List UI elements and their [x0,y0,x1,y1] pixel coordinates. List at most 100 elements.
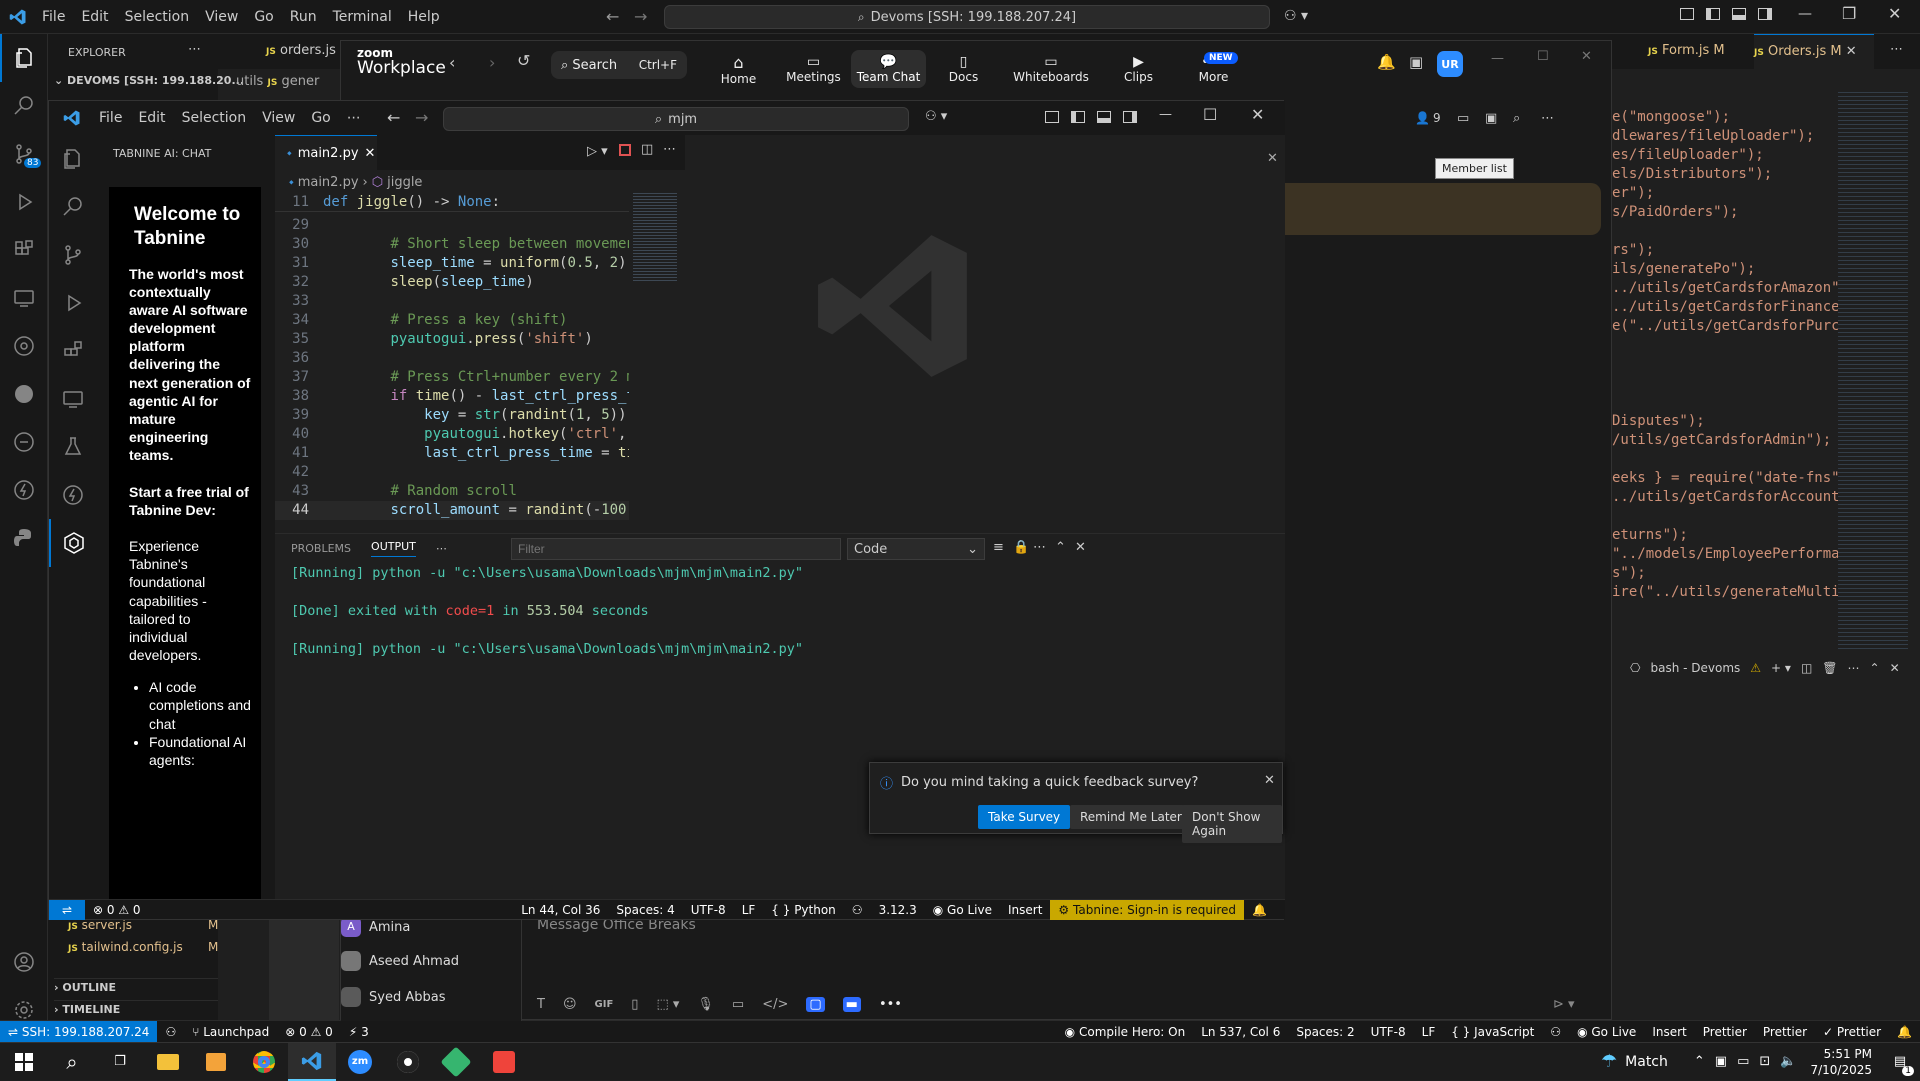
inner-remote-icon[interactable] [49,375,97,423]
show-hidden-icons[interactable]: ⌃ [1694,1054,1705,1069]
menu-go[interactable]: Go [246,0,281,34]
tab-orders-js[interactable]: JS orders.js [266,43,336,58]
explorer-icon[interactable] [0,34,48,82]
inner-menu-view[interactable]: View [254,101,303,135]
gif-icon[interactable]: GIF [595,999,614,1010]
source-control-icon[interactable]: 83 [0,130,48,178]
toggle-sidebar-icon[interactable] [1706,8,1720,20]
inner-command-search[interactable]: ⌕ mjm [443,107,909,131]
inner-explorer-icon[interactable] [49,135,97,183]
output-filter-input[interactable] [511,538,841,560]
close-panel-icon[interactable]: ✕ [1890,661,1900,675]
zoom-nav-docs[interactable]: ▯ Docs [926,54,1001,84]
editor-more-icon[interactable]: ⋯ [663,142,676,157]
menu-edit[interactable]: Edit [73,0,116,34]
breadcrumb-file[interactable]: main2.py [298,175,359,190]
inner-menu-file[interactable]: File [91,101,130,135]
tabnine-status[interactable]: ⚙ Tabnine: Sign-in is required [1050,899,1245,920]
explorer-more-icon[interactable]: ⋯ [188,42,201,57]
menu-view[interactable]: View [197,0,246,34]
zoom-taskbar-icon[interactable]: zm [336,1043,384,1081]
remind-me-later-button[interactable]: Remind Me Later [1070,805,1192,829]
inner-run-debug-icon[interactable] [49,279,97,327]
zoom-search[interactable]: ⌕ Search Ctrl+F [551,51,687,79]
insert-status[interactable]: Insert [1644,1025,1694,1039]
thunder-client-icon[interactable] [0,466,48,514]
toggle-secondary-sidebar-icon[interactable] [1758,8,1772,20]
member-amina[interactable]: A Amina [341,917,410,937]
timeline-section[interactable]: › TIMELINE [54,1000,218,1016]
minimize-icon[interactable]: — [1798,6,1812,22]
inner-minimize-icon[interactable]: — [1159,107,1172,122]
inner-go-live-status[interactable]: ◉ Go Live [925,903,1000,917]
search-view-icon[interactable] [0,82,48,130]
member-aseed-ahmad[interactable]: Aseed Ahmad [341,951,459,971]
tab-close-icon[interactable]: ✕ [365,146,376,161]
zoom-close-icon[interactable]: ✕ [1581,49,1592,64]
inner-eol-status[interactable]: LF [734,903,764,917]
remote-explorer-icon[interactable] [0,274,48,322]
inner-remote-indicator[interactable]: ⇌ [49,899,85,920]
new-terminal-icon[interactable]: + ▾ [1771,661,1791,675]
maximize-panel-icon[interactable]: ⌃ [1870,661,1880,675]
android-studio-icon[interactable] [432,1043,480,1081]
clock[interactable]: 5:51 PM 7/10/2025 [1810,1046,1872,1078]
member-list-button[interactable]: 👤 9 [1415,111,1441,125]
live-share-icon[interactable] [0,370,48,418]
zoom-channel-calendar-icon[interactable]: ▣ [1485,111,1497,126]
inner-copilot-icon[interactable]: ⚇ ▾ [925,109,947,124]
inner-thunder-icon[interactable] [49,471,97,519]
menu-help[interactable]: Help [400,0,448,34]
vscode-taskbar-icon[interactable] [288,1042,336,1081]
copilot-status2-icon[interactable]: ⚇ [1542,1025,1569,1039]
inner-forward-icon[interactable]: → [415,108,428,127]
inner-testing-icon[interactable] [49,423,97,471]
inner-maximize-icon[interactable]: ☐ [1203,105,1217,124]
inner-search-view-icon[interactable] [49,183,97,231]
inner-problems-status[interactable]: ⊗ 0 ⚠ 0 [85,903,149,917]
format-text-icon[interactable]: T [537,997,545,1012]
inner-menu-more-icon[interactable]: ⋯ [339,101,369,135]
tab-main2-py[interactable]: ⬩ main2.py ✕ [275,135,377,170]
run-python-icon[interactable]: ▷ ▾ [587,144,608,159]
menu-terminal[interactable]: Terminal [325,0,400,34]
menu-file[interactable]: File [34,0,73,34]
inner-menu-selection[interactable]: Selection [174,101,255,135]
cursor-position-status[interactable]: Ln 537, Col 6 [1193,1025,1288,1039]
inner-menu-go[interactable]: Go [303,101,338,135]
volume-icon[interactable]: 🔈 [1780,1054,1796,1069]
inner-close-icon[interactable]: ✕ [1251,105,1264,124]
go-live-status[interactable]: ◉ Go Live [1569,1025,1644,1039]
zoom-nav-team-chat[interactable]: 💬 Team Chat [851,50,926,88]
terminal-more-icon[interactable]: ⋯ [1848,661,1860,675]
inner-language-status[interactable]: { } Python [763,903,844,917]
inner-source-control-icon[interactable] [49,231,97,279]
panel-tab-problems[interactable]: PROBLEMS [291,542,351,555]
zoom-minimize-icon[interactable]: — [1491,51,1504,66]
clear-output-icon[interactable]: ≡ [993,540,1004,555]
nav-back-icon[interactable]: ← [606,7,619,26]
stop-icon[interactable] [619,144,631,156]
panel-tab-output[interactable]: OUTPUT [371,540,416,557]
zoom-channel-search-icon[interactable]: ⌕ [1513,111,1520,126]
inner-layout-customize-icon[interactable] [1045,111,1059,123]
prettier-status-1[interactable]: Prettier [1695,1025,1755,1039]
remote-status[interactable]: ⇌ SSH: 199.188.207.24 [0,1020,158,1043]
python-icon[interactable] [0,514,48,562]
split-editor-icon[interactable]: ◫ [641,142,653,157]
taskbar-search-icon[interactable]: ⌕ [48,1043,96,1081]
python-version-status[interactable]: 3.12.3 [871,903,925,917]
notifications-bell-icon[interactable]: 🔔 [1889,1025,1920,1039]
menu-selection[interactable]: Selection [117,0,198,34]
kill-terminal-icon[interactable]: 🗑 [1822,661,1837,675]
member-syed-abbas[interactable]: Syed Abbas [341,987,445,1007]
outline-section[interactable]: › OUTLINE [54,978,218,994]
weather-widget[interactable]: ☂ Match [1601,1051,1668,1072]
emoji-icon[interactable]: ☺ [563,997,577,1012]
zoom-video-call-icon[interactable]: ▭ [1457,111,1469,126]
inner-extensions-icon[interactable] [49,327,97,375]
inner-toggle-panel-icon[interactable] [1097,111,1111,123]
language-status[interactable]: { } JavaScript [1443,1025,1542,1039]
menu-run[interactable]: Run [282,0,325,34]
gitlens-icon[interactable] [0,322,48,370]
